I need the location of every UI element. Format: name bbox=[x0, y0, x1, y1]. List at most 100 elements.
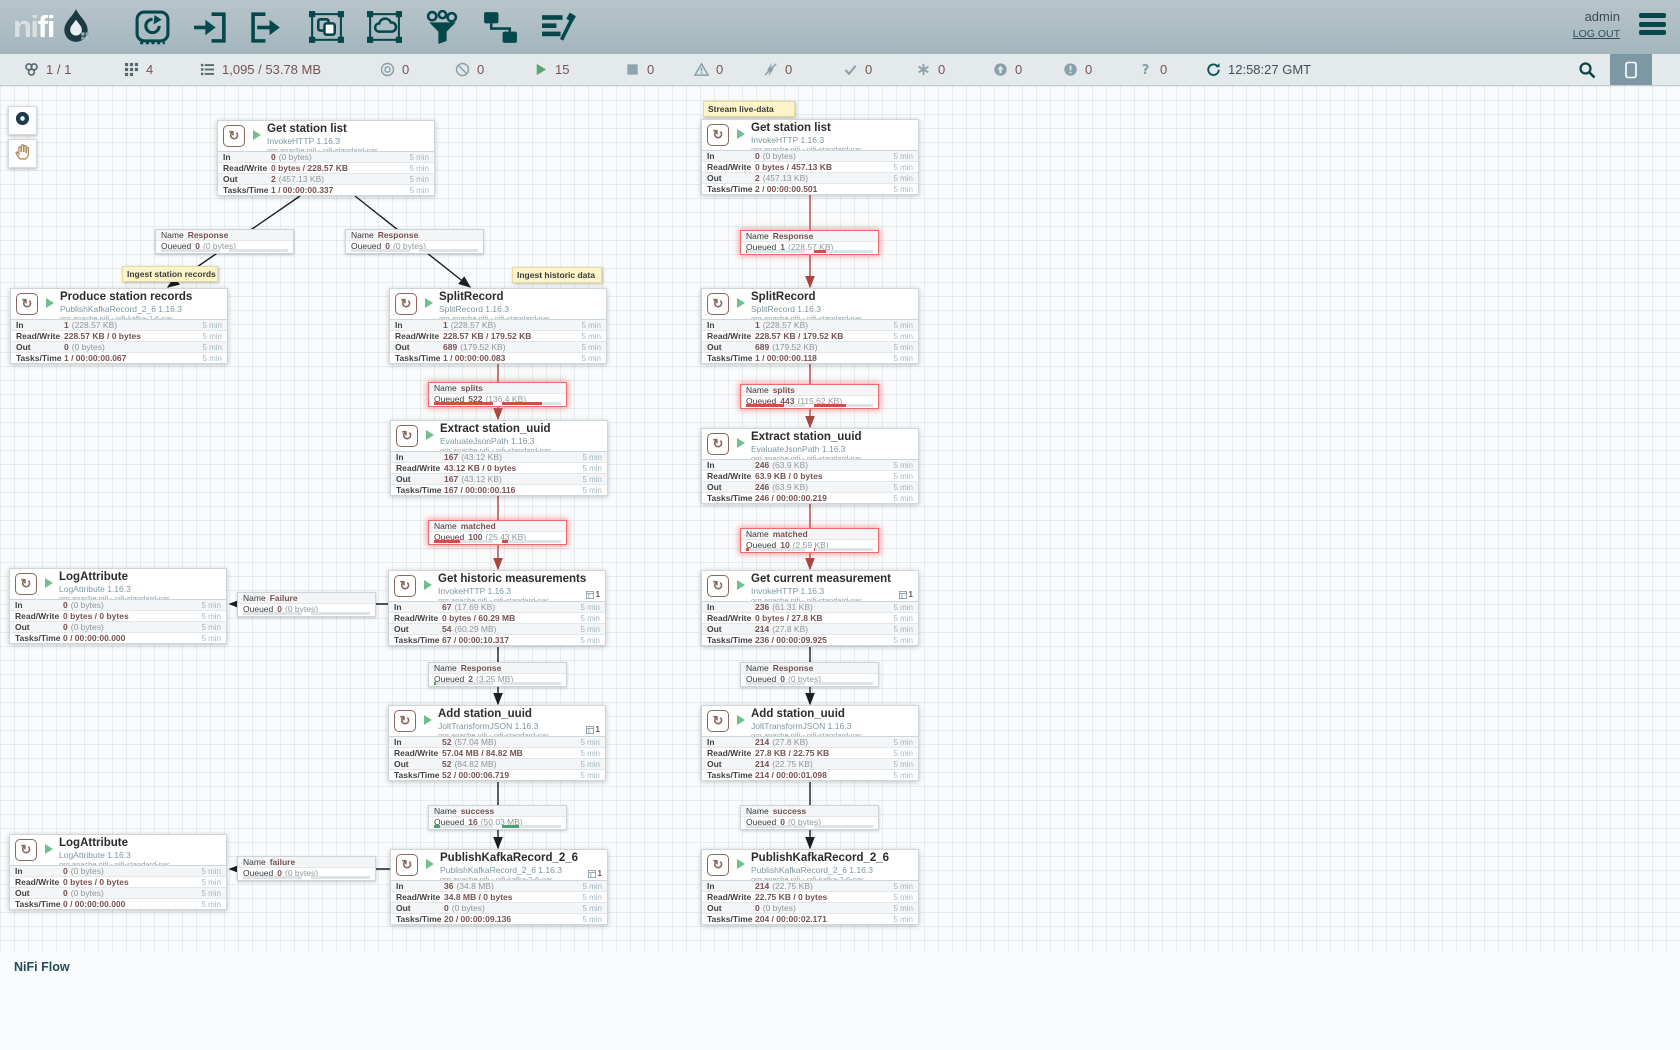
breadcrumb[interactable]: NiFi Flow bbox=[14, 960, 70, 974]
processor-node[interactable]: Get station list InvokeHTTP 1.16.3 org.a… bbox=[701, 119, 919, 195]
stat-row-out: Out 214(22.75 KB) 5 min bbox=[702, 758, 918, 769]
backpressure-bars bbox=[746, 404, 873, 407]
processor-header: Get station list InvokeHTTP 1.16.3 org.a… bbox=[218, 121, 434, 151]
status-threads: 4 bbox=[124, 54, 153, 85]
toolbar-funnel-button[interactable] bbox=[424, 10, 461, 45]
stat-row-in: In 236(61.31 KB) 5 min bbox=[702, 601, 918, 612]
backpressure-bars bbox=[746, 682, 873, 685]
canvas-label[interactable]: Stream live-data bbox=[703, 101, 795, 117]
processor-node[interactable]: Produce station records PublishKafkaReco… bbox=[10, 288, 228, 364]
active-threads-badge: 1 bbox=[586, 590, 600, 599]
stat-row-readwrite: Read/Write 22.75 KB / 0 bytes 5 min bbox=[702, 891, 918, 902]
navigate-palette-toggle[interactable] bbox=[8, 106, 37, 135]
connection-label[interactable]: NameResponse Queued1(228.57 KB) bbox=[740, 230, 879, 255]
stat-row-readwrite: Read/Write 43.12 KB / 0 bytes 5 min bbox=[391, 462, 607, 473]
processor-name: Get historic measurements bbox=[438, 574, 600, 586]
stat-row-tasks: Tasks/Time 52 / 00:00:06.719 5 min bbox=[389, 769, 605, 780]
stat-row-in: In 214(22.75 KB) 5 min bbox=[702, 880, 918, 891]
processor-name: Add station_uuid bbox=[438, 709, 600, 721]
stat-row-in: In 36(34.8 MB) 5 min bbox=[391, 880, 607, 891]
relationship-name: failure bbox=[270, 857, 296, 867]
connection-label[interactable]: Namesuccess Queued0(0 bytes) bbox=[740, 805, 879, 830]
toolbar-label-button[interactable] bbox=[540, 10, 577, 45]
processor-type: InvokeHTTP 1.16.3 bbox=[751, 136, 913, 145]
size-threshold-bar bbox=[311, 876, 370, 879]
processor-node[interactable]: LogAttribute LogAttribute 1.16.3 org.apa… bbox=[9, 834, 227, 910]
processor-header: Add station_uuid JoltTransformJSON 1.16.… bbox=[389, 706, 605, 736]
stat-row-tasks: Tasks/Time 1 / 00:00:00.337 5 min bbox=[218, 184, 434, 195]
relationship-name: Response bbox=[773, 663, 814, 673]
connection-label[interactable]: Namesplits Queued522(136.4 KB) bbox=[428, 382, 567, 407]
connection-label[interactable]: NameResponse Queued0(0 bytes) bbox=[345, 229, 484, 254]
stat-row-readwrite: Read/Write 57.04 MB / 84.82 MB 5 min bbox=[389, 747, 605, 758]
object-threshold-bar bbox=[351, 249, 410, 252]
object-threshold-bar bbox=[746, 250, 805, 253]
connection-label[interactable]: Namesplits Queued443(115.62 KB) bbox=[740, 384, 879, 409]
processor-icon bbox=[707, 293, 729, 315]
processor-node[interactable]: Extract station_uuid EvaluateJsonPath 1.… bbox=[390, 420, 608, 496]
stat-row-readwrite: Read/Write 27.8 KB / 22.75 KB 5 min bbox=[702, 747, 918, 758]
toolbar-remote-process-group-button[interactable] bbox=[366, 10, 403, 45]
processor-type: InvokeHTTP 1.16.3 bbox=[751, 587, 913, 596]
processor-node[interactable]: Get current measurement InvokeHTTP 1.16.… bbox=[701, 570, 919, 646]
stat-row-readwrite: Read/Write 228.57 KB / 179.52 KB 5 min bbox=[390, 330, 606, 341]
toolbar-input-port-button[interactable] bbox=[192, 10, 229, 45]
search-icon[interactable] bbox=[1578, 61, 1596, 79]
stat-row-in: In 1(228.57 KB) 5 min bbox=[11, 319, 227, 330]
processor-stats: In 36(34.8 MB) 5 min Read/Write 34.8 MB … bbox=[391, 880, 607, 924]
relationship-name: Failure bbox=[270, 593, 298, 603]
processor-node[interactable]: PublishKafkaRecord_2_6 PublishKafkaRecor… bbox=[390, 849, 608, 925]
processor-type: InvokeHTTP 1.16.3 bbox=[438, 587, 600, 596]
connection-label[interactable]: Namematched Queued100(25.43 KB) bbox=[428, 520, 567, 545]
processor-node[interactable]: Add station_uuid JoltTransformJSON 1.16.… bbox=[388, 705, 606, 781]
toolbar-template-button[interactable] bbox=[482, 10, 519, 45]
connection-label[interactable]: NameResponse Queued0(0 bytes) bbox=[155, 229, 294, 254]
processor-node[interactable]: PublishKafkaRecord_2_6 PublishKafkaRecor… bbox=[701, 849, 919, 925]
relationship-name: matched bbox=[773, 529, 808, 539]
toolbar-processor-button[interactable] bbox=[134, 10, 171, 45]
sync-failure-icon: ? bbox=[1138, 62, 1153, 77]
run-status-running-icon bbox=[424, 715, 432, 725]
processor-node[interactable]: SplitRecord SplitRecord 1.16.3 org.apach… bbox=[389, 288, 607, 364]
up-to-date-icon bbox=[843, 62, 858, 77]
processor-node[interactable]: Extract station_uuid EvaluateJsonPath 1.… bbox=[701, 428, 919, 504]
processor-node[interactable]: Add station_uuid JoltTransformJSON 1.16.… bbox=[701, 705, 919, 781]
logout-link[interactable]: LOG OUT bbox=[1573, 28, 1620, 40]
queued-icon bbox=[200, 62, 215, 77]
refresh-icon bbox=[1206, 62, 1221, 77]
connection-label[interactable]: NameResponse Queued2(3.25 MB) bbox=[428, 662, 567, 687]
processor-header: Get current measurement InvokeHTTP 1.16.… bbox=[702, 571, 918, 601]
toolbar-process-group-button[interactable] bbox=[308, 10, 345, 45]
stat-row-out: Out 246(63.9 KB) 5 min bbox=[702, 481, 918, 492]
processor-type: PublishKafkaRecord_2_6 1.16.3 bbox=[440, 866, 602, 875]
connection-label[interactable]: Namematched Queued10(2.59 KB) bbox=[740, 528, 879, 553]
processor-stats: In 246(63.9 KB) 5 min Read/Write 63.9 KB… bbox=[702, 459, 918, 503]
relationship-name: Response bbox=[461, 663, 502, 673]
processor-node[interactable]: LogAttribute LogAttribute 1.16.3 org.apa… bbox=[9, 568, 227, 644]
processor-node[interactable]: Get station list InvokeHTTP 1.16.3 org.a… bbox=[217, 120, 435, 196]
object-threshold-bar bbox=[243, 876, 302, 879]
connection-label[interactable]: NameFailure Queued0(0 bytes) bbox=[237, 592, 376, 617]
processor-stats: In 236(61.31 KB) 5 min Read/Write 0 byte… bbox=[702, 601, 918, 645]
operate-palette-toggle[interactable] bbox=[8, 139, 37, 168]
status-up-to-date: 0 bbox=[843, 54, 872, 85]
processor-node[interactable]: SplitRecord SplitRecord 1.16.3 org.apach… bbox=[701, 288, 919, 364]
stat-row-readwrite: Read/Write 0 bytes / 228.57 KB 5 min bbox=[218, 162, 434, 173]
transmitting-icon bbox=[380, 62, 395, 77]
threads-badge-icon bbox=[586, 591, 594, 599]
flow-canvas[interactable]: Stream live-data Ingest station records … bbox=[0, 86, 1680, 1050]
canvas-label[interactable]: Ingest station records bbox=[122, 266, 218, 282]
toolbar-output-port-button[interactable] bbox=[250, 10, 287, 45]
size-threshold-bar bbox=[419, 249, 478, 252]
threads-icon bbox=[124, 62, 139, 77]
run-status-running-icon bbox=[737, 580, 745, 590]
global-menu-icon[interactable] bbox=[1639, 13, 1666, 39]
panel-toggle-button[interactable] bbox=[1610, 54, 1652, 85]
connection-label[interactable]: NameResponse Queued0(0 bytes) bbox=[740, 662, 879, 687]
canvas-label[interactable]: Ingest historic data bbox=[512, 267, 602, 283]
processor-type: LogAttribute 1.16.3 bbox=[59, 585, 221, 594]
processor-node[interactable]: Get historic measurements InvokeHTTP 1.1… bbox=[388, 570, 606, 646]
status-locally-modified-stale: 0 bbox=[1063, 54, 1092, 85]
connection-label[interactable]: Namefailure Queued0(0 bytes) bbox=[237, 856, 376, 881]
connection-label[interactable]: Namesuccess Queued16(50.03 MB) bbox=[428, 805, 567, 830]
